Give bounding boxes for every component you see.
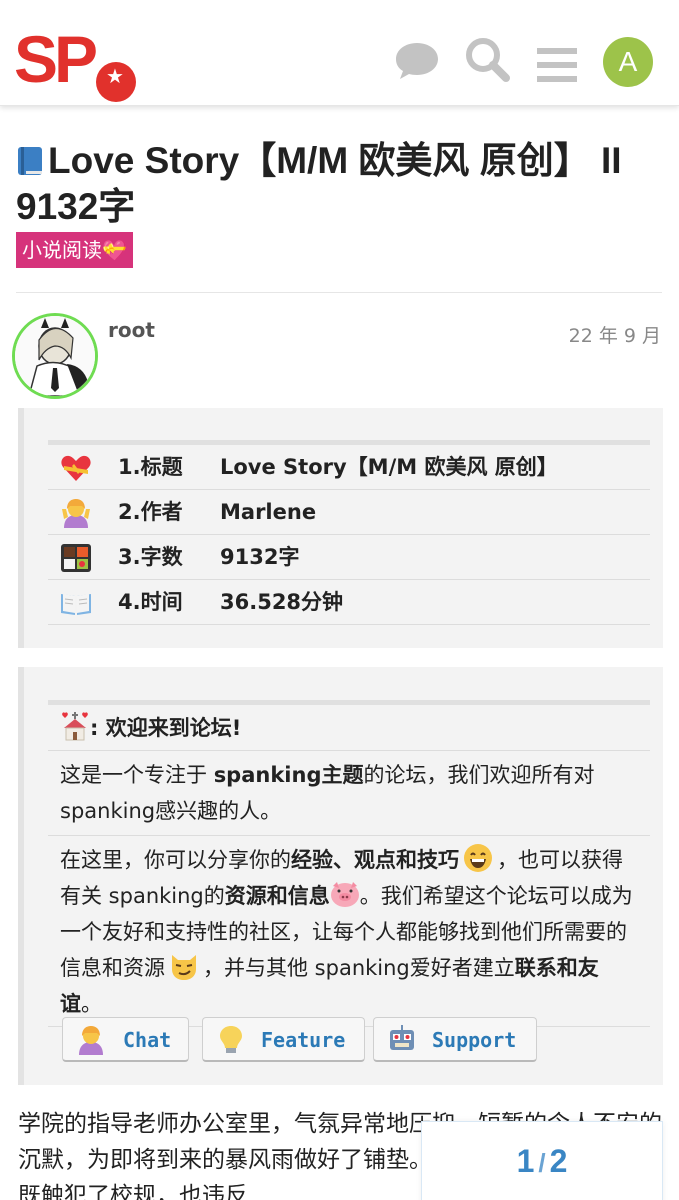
info-value: 36.528分钟	[220, 590, 344, 614]
site-header: SP A	[0, 0, 679, 106]
post-username[interactable]: root	[108, 318, 155, 342]
open-book-icon	[61, 594, 91, 615]
text-segment: 在这里，你可以分享你的	[60, 848, 291, 872]
table-row: 2.作者 Marlene	[48, 490, 650, 535]
info-key: 1.标题	[118, 455, 183, 479]
text-segment: 这是一个专注于	[60, 763, 214, 787]
total-posts-number: 2	[549, 1143, 568, 1179]
current-post-number: 1	[516, 1143, 535, 1179]
welcome-heading: : 欢迎来到论坛!	[48, 705, 650, 751]
wedding-church-icon	[62, 712, 88, 741]
blue-book-icon	[18, 147, 42, 175]
welcome-heading-text: : 欢迎来到论坛!	[90, 716, 242, 740]
feature-link-button[interactable]: Feature	[202, 1017, 365, 1062]
title-divider	[16, 292, 662, 293]
topic-title[interactable]: Love Story【M/M 欧美风 原创】 II 9132字	[16, 138, 656, 230]
logo-text: SP	[14, 22, 98, 96]
chat-link-label: Chat	[123, 1028, 172, 1052]
light-bulb-icon	[220, 1026, 242, 1053]
post-date[interactable]: 22 年 9 月	[569, 321, 661, 348]
table-row: 4.时间 36.528分钟	[48, 580, 650, 625]
post-author-avatar[interactable]	[12, 313, 98, 399]
post-progress-indicator[interactable]: 1/2	[421, 1121, 663, 1200]
welcome-paragraph-1: 这是一个专注于 spanking主题的论坛，我们欢迎所有对 spanking感兴…	[48, 751, 650, 836]
user-avatar-button[interactable]: A	[603, 37, 653, 87]
search-icon[interactable]	[464, 36, 510, 82]
person-gesturing-icon	[79, 1026, 103, 1055]
info-key: 2.作者	[118, 500, 183, 524]
support-link-label: Support	[432, 1028, 517, 1052]
welcome-table: : 欢迎来到论坛! 这是一个专注于 spanking主题的论坛，我们欢迎所有对 …	[48, 700, 650, 1027]
hamburger-menu-icon[interactable]	[536, 42, 578, 88]
info-table: 1.标题 Love Story【M/M 欧美风 原创】 2.作者 Marlene…	[48, 440, 650, 625]
person-gesturing-icon	[62, 499, 90, 528]
text-segment: 。	[81, 992, 102, 1016]
welcome-paragraph-2: 在这里，你可以分享你的经验、观点和技巧 ，也可以获得有关 spanking的资源…	[48, 836, 650, 1027]
text-bold: 经验、观点和技巧	[291, 848, 459, 872]
info-value: Love Story【M/M 欧美风 原创】	[220, 455, 558, 479]
robot-icon	[390, 1025, 414, 1050]
category-badge[interactable]: 小说阅读💝	[16, 232, 133, 268]
bento-box-icon	[61, 544, 91, 572]
heart-ribbon-icon	[61, 455, 91, 481]
table-row: 3.字数 9132字	[48, 535, 650, 580]
info-key: 4.时间	[118, 590, 183, 614]
info-value: Marlene	[220, 500, 317, 524]
grinning-face-icon	[464, 844, 492, 872]
chat-link-button[interactable]: Chat	[62, 1017, 189, 1062]
text-segment: ，并与其他 spanking爱好者建立	[203, 956, 515, 980]
pig-face-icon	[330, 882, 359, 907]
info-key: 3.字数	[118, 545, 183, 569]
smirking-cat-icon	[172, 955, 196, 980]
topic-title-text: Love Story【M/M 欧美风 原创】 II 9132字	[16, 140, 622, 227]
text-bold: 资源和信息	[224, 884, 330, 908]
chat-icon[interactable]	[394, 38, 440, 84]
anime-avatar-image	[15, 316, 95, 396]
support-link-button[interactable]: Support	[373, 1017, 537, 1062]
logo-star-icon	[96, 62, 136, 102]
site-logo[interactable]: SP	[14, 22, 136, 102]
table-row: 1.标题 Love Story【M/M 欧美风 原创】	[48, 445, 650, 490]
text-bold: spanking主题	[213, 763, 364, 787]
feature-link-label: Feature	[261, 1028, 346, 1052]
pagination-separator: /	[538, 1148, 546, 1178]
info-value: 9132字	[220, 545, 300, 569]
